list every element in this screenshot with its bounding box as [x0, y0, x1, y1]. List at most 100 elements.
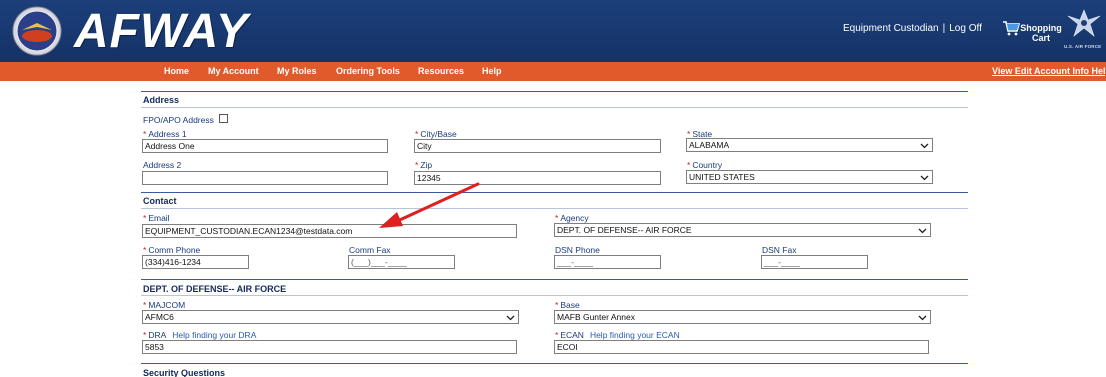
- comm-phone-input[interactable]: (334)416-1234: [142, 255, 249, 269]
- address1-label: * Address 1: [143, 129, 187, 139]
- zip-label: * Zip: [415, 160, 432, 170]
- majcom-select[interactable]: AFMC6: [142, 310, 519, 324]
- shopping-cart-label: Shopping Cart: [1020, 23, 1062, 43]
- app-header: AFWAY Equipment Custodian | Log Off Shoppi…: [0, 0, 1106, 62]
- required-marker: *: [555, 213, 559, 223]
- afway-seal-icon: [12, 6, 62, 56]
- zip-label-text: Zip: [420, 160, 433, 170]
- country-label-text: Country: [692, 160, 723, 170]
- shopping-cart-link[interactable]: Shopping Cart: [1002, 18, 1062, 48]
- base-label: * Base: [555, 300, 580, 310]
- shopping-cart-icon: [1003, 21, 1020, 36]
- country-select[interactable]: UNITED STATES: [686, 170, 933, 184]
- logoff-link[interactable]: Log Off: [949, 23, 982, 34]
- security-section-title: Security Questions: [143, 368, 226, 377]
- state-select[interactable]: ALABAMA: [686, 138, 933, 152]
- address-section-title: Address: [143, 95, 180, 105]
- ecan-label: * ECAN Help finding your ECAN: [555, 330, 680, 340]
- fpo-apo-checkbox[interactable]: [219, 114, 228, 123]
- link-separator: |: [942, 23, 946, 34]
- state-select-value: ALABAMA: [689, 140, 730, 150]
- comm-phone-label: * Comm Phone: [143, 245, 200, 255]
- nav-my-account[interactable]: My Account: [208, 66, 259, 76]
- section-rule-top: [141, 279, 968, 280]
- required-marker: *: [143, 300, 147, 310]
- dsn-phone-input[interactable]: ___-____: [554, 255, 661, 269]
- dra-label: * DRA Help finding your DRA: [143, 330, 256, 340]
- nav-home[interactable]: Home: [164, 66, 189, 76]
- view-edit-account-help-link[interactable]: View Edit Account Info Help: [992, 66, 1106, 76]
- majcom-select-value: AFMC6: [145, 312, 174, 322]
- agency-label: * Agency: [555, 213, 589, 223]
- air-force-caption: U.S. AIR FORCE: [1064, 44, 1102, 49]
- required-marker: *: [143, 245, 147, 255]
- dsn-fax-input[interactable]: ___-____: [761, 255, 868, 269]
- section-rule: [141, 208, 968, 209]
- country-select-value: UNITED STATES: [689, 172, 755, 182]
- email-label-text: Email: [148, 213, 170, 223]
- section-rule: [141, 295, 968, 296]
- fpo-apo-label: FPO/APO Address: [143, 115, 214, 125]
- address1-input[interactable]: Address One: [142, 139, 388, 153]
- required-marker: *: [143, 213, 147, 223]
- address2-label: Address 2: [143, 160, 182, 170]
- nav-help[interactable]: Help: [482, 66, 502, 76]
- agency-select[interactable]: DEPT. OF DEFENSE-- AIR FORCE: [554, 223, 931, 237]
- agency-select-value: DEPT. OF DEFENSE-- AIR FORCE: [557, 225, 692, 235]
- comm-phone-label-text: Comm Phone: [148, 245, 201, 255]
- country-label: * Country: [687, 160, 722, 170]
- address1-label-text: Address 1: [148, 129, 187, 139]
- required-marker: *: [555, 300, 559, 310]
- nav-ordering-tools[interactable]: Ordering Tools: [336, 66, 400, 76]
- annotation-arrow-icon: [379, 182, 480, 228]
- air-force-wings-icon: [1067, 9, 1101, 37]
- dra-label-text: DRA: [148, 330, 167, 340]
- required-marker: *: [143, 330, 147, 340]
- ecan-input[interactable]: ECOI: [554, 340, 929, 354]
- cart-label-line2: Cart: [1031, 33, 1050, 43]
- air-force-logo: U.S. AIR FORCE: [1064, 6, 1104, 56]
- dra-input[interactable]: 5853: [142, 340, 517, 354]
- comm-fax-input[interactable]: (___)___-____: [348, 255, 455, 269]
- cart-label-line1: Shopping: [1020, 23, 1062, 33]
- base-select[interactable]: MAFB Gunter Annex: [554, 310, 931, 324]
- user-role-link[interactable]: Equipment Custodian: [843, 23, 939, 34]
- city-input[interactable]: City: [414, 139, 661, 153]
- chevron-down-icon: [918, 228, 927, 234]
- address2-input[interactable]: [142, 171, 388, 185]
- main-nav: Home My Account My Roles Ordering Tools …: [0, 62, 1106, 81]
- chevron-down-icon: [920, 175, 929, 181]
- required-marker: *: [143, 129, 147, 139]
- email-label: * Email: [143, 213, 170, 223]
- comm-fax-label: Comm Fax: [349, 245, 391, 255]
- base-select-value: MAFB Gunter Annex: [557, 312, 635, 322]
- city-label-text: City/Base: [420, 129, 457, 139]
- majcom-label-text: MAJCOM: [148, 300, 186, 310]
- section-rule-top: [141, 363, 968, 364]
- required-marker: *: [415, 129, 419, 139]
- required-marker: *: [555, 330, 559, 340]
- brand-logo-text[interactable]: AFWAY: [74, 7, 249, 57]
- agency-label-text: Agency: [560, 213, 589, 223]
- required-marker: *: [415, 160, 419, 170]
- contact-section-title: Contact: [143, 196, 177, 206]
- chevron-down-icon: [506, 315, 515, 321]
- nav-resources[interactable]: Resources: [418, 66, 464, 76]
- user-links: Equipment Custodian | Log Off: [843, 23, 982, 34]
- majcom-label: * MAJCOM: [143, 300, 185, 310]
- dra-help-link[interactable]: Help finding your DRA: [172, 330, 256, 340]
- dsn-fax-label: DSN Fax: [762, 245, 797, 255]
- chevron-down-icon: [920, 143, 929, 149]
- base-label-text: Base: [560, 300, 580, 310]
- dod-section-title: DEPT. OF DEFENSE-- AIR FORCE: [143, 284, 287, 294]
- section-rule-top: [141, 192, 968, 193]
- dsn-phone-label: DSN Phone: [555, 245, 600, 255]
- chevron-down-icon: [918, 315, 927, 321]
- nav-my-roles[interactable]: My Roles: [277, 66, 317, 76]
- ecan-help-link[interactable]: Help finding your ECAN: [590, 330, 680, 340]
- city-label: * City/Base: [415, 129, 457, 139]
- section-rule-top: [141, 91, 968, 92]
- section-rule: [141, 107, 968, 108]
- ecan-label-text: ECAN: [560, 330, 584, 340]
- required-marker: *: [687, 160, 691, 170]
